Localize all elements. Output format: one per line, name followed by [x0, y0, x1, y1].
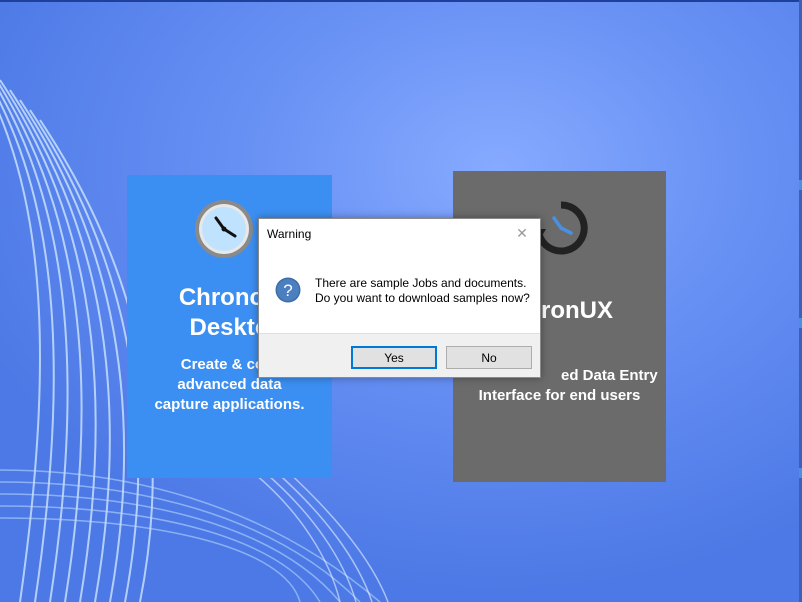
- question-icon: ?: [275, 277, 301, 303]
- dialog-footer: Yes No: [259, 333, 540, 377]
- dialog-message: There are sample Jobs and documents. Do …: [315, 276, 530, 306]
- tile-desc-line2: Interface for end users: [478, 387, 641, 404]
- yes-button[interactable]: Yes: [351, 346, 437, 369]
- dialog-message-line1: There are sample Jobs and documents.: [315, 276, 527, 290]
- svg-text:?: ?: [283, 281, 292, 300]
- close-icon[interactable]: ✕: [508, 223, 536, 243]
- tile-desc-line3: capture applications.: [154, 396, 305, 413]
- warning-dialog: Warning ✕ ? There are sample Jobs and do…: [258, 218, 541, 378]
- tile-desc-line1: ed Data Entry: [561, 367, 658, 384]
- dialog-message-line2: Do you want to download samples now?: [315, 291, 530, 305]
- dialog-titlebar[interactable]: Warning ✕: [259, 219, 540, 247]
- tile-desc-line2: advanced data: [177, 376, 282, 393]
- no-button[interactable]: No: [446, 346, 532, 369]
- clock-icon: [195, 200, 253, 258]
- dialog-body: ? There are sample Jobs and documents. D…: [259, 247, 540, 333]
- tile-title: ronUX: [541, 297, 613, 324]
- dialog-title: Warning: [267, 227, 312, 241]
